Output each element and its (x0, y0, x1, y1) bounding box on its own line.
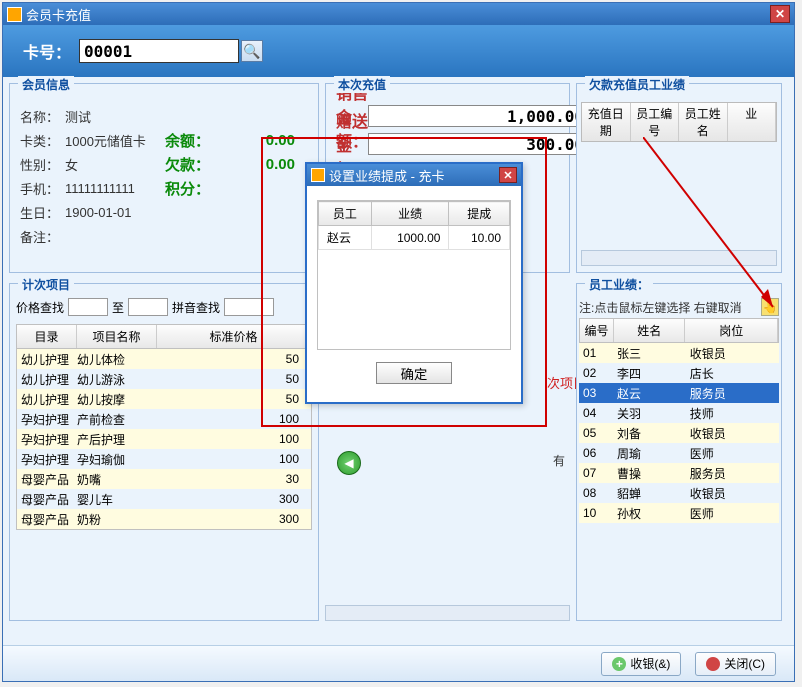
price-find-label: 价格查找 (16, 299, 64, 316)
emp-note-text: 注:点击鼠标左键选择 右键取消 (579, 299, 742, 316)
member-gender-value: 女 (65, 155, 165, 174)
move-left-button[interactable]: ◀ (337, 451, 361, 475)
arrears-col: 员工编号 (631, 103, 680, 141)
arrears-col: 员工姓名 (679, 103, 728, 141)
count-row[interactable]: 孕妇护理产前检查100 (17, 409, 311, 429)
count-row[interactable]: 母婴产品奶嘴30 (17, 469, 311, 489)
emp-row[interactable]: 10孙权医师 (579, 503, 779, 523)
count-items-legend: 计次项目 (18, 276, 74, 293)
arrears-emp-legend: 欠款充值员工业绩 (585, 76, 689, 93)
emp-col: 编号 (580, 319, 614, 342)
close-button[interactable]: 关闭(C) (695, 652, 776, 676)
member-gender-label: 性别： (20, 155, 65, 174)
member-phone-value: 11111111111 (65, 181, 165, 196)
emp-row[interactable]: 05刘备收银员 (579, 423, 779, 443)
balance-label: 余额： (165, 130, 215, 151)
member-birth-value: 1900-01-01 (65, 205, 165, 220)
balance-value: 0.00 (215, 132, 295, 149)
count-table-header: 目录项目名称标准价格 (16, 324, 312, 349)
count-row[interactable]: 孕妇护理孕妇瑜伽100 (17, 449, 311, 469)
window-icon (7, 7, 22, 22)
count-items-panel: 计次项目 价格查找 至 拼音查找 目录项目名称标准价格 幼儿护理幼儿体检50幼儿… (9, 283, 319, 621)
price-from-input[interactable] (68, 298, 108, 316)
has-label: 有 (553, 452, 565, 469)
count-col: 标准价格 (157, 325, 311, 348)
count-table-body: 幼儿护理幼儿体检50幼儿护理幼儿游泳50幼儿护理幼儿按摩50孕妇护理产前检查10… (16, 349, 312, 530)
close-dot-icon (706, 657, 720, 671)
arrears-col: 业 (728, 103, 777, 141)
emp-perf-legend: 员工业绩： (585, 276, 653, 293)
emp-row[interactable]: 04关羽技师 (579, 403, 779, 423)
close-label: 关闭(C) (724, 655, 765, 672)
arrears-hscroll[interactable] (581, 250, 777, 266)
count-row[interactable]: 孕妇护理产后护理100 (17, 429, 311, 449)
bonus-amount-input[interactable] (368, 133, 591, 155)
member-remark-label: 备注： (20, 227, 65, 246)
emp-perf-panel: 员工业绩： 注:点击鼠标左键选择 右键取消👆 编号姓名岗位 01张三收银员02李… (576, 283, 782, 621)
member-info-panel: 会员信息 名称：测试 卡类：1000元储值卡 余额：0.00 性别：女 欠款：0… (9, 83, 319, 273)
emp-row[interactable]: 03赵云服务员 (579, 383, 779, 403)
titlebar: 会员卡充值 ✕ (3, 3, 794, 25)
dialog-icon (311, 168, 325, 182)
card-input[interactable] (79, 39, 239, 63)
emp-row[interactable]: 06周瑜医师 (579, 443, 779, 463)
count-row[interactable]: 母婴产品婴儿车300 (17, 489, 311, 509)
emp-row[interactable]: 08貂蝉收银员 (579, 483, 779, 503)
price-to-input[interactable] (128, 298, 168, 316)
emp-row[interactable]: 01张三收银员 (579, 343, 779, 363)
search-button[interactable]: 🔍 (241, 40, 263, 62)
commission-table: 员工业绩提成 赵云1000.0010.00 (318, 201, 510, 250)
footer-bar: + 收银(&) 关闭(C) (3, 645, 794, 681)
member-info-legend: 会员信息 (18, 76, 74, 93)
count-row[interactable]: 母婴产品奶粉300 (17, 509, 311, 529)
arrears-value: 0.00 (215, 156, 295, 173)
close-icon[interactable]: ✕ (770, 5, 790, 23)
pinyin-find-label: 拼音查找 (172, 299, 220, 316)
dialog-row[interactable]: 赵云1000.0010.00 (319, 226, 510, 250)
pin-icon[interactable]: 👆 (761, 298, 779, 316)
card-search-bar: 卡号： 🔍 (3, 25, 794, 77)
to-label: 至 (112, 299, 124, 316)
member-name-value: 测试 (65, 107, 165, 126)
checkout-button[interactable]: + 收银(&) (601, 652, 681, 676)
arrears-label: 欠款： (165, 154, 215, 175)
member-name-label: 名称： (20, 107, 65, 126)
pinyin-input[interactable] (224, 298, 274, 316)
emp-table-body: 01张三收银员02李四店长03赵云服务员04关羽技师05刘备收银员06周瑜医师0… (579, 343, 779, 523)
arrears-table-header: 充值日期员工编号员工姓名业 (581, 102, 777, 142)
member-birth-label: 生日： (20, 203, 65, 222)
plus-icon: + (612, 657, 626, 671)
emp-row[interactable]: 07曹操服务员 (579, 463, 779, 483)
member-phone-label: 手机： (20, 179, 65, 198)
count-row[interactable]: 幼儿护理幼儿按摩50 (17, 389, 311, 409)
card-label: 卡号： (23, 39, 71, 63)
count-row[interactable]: 幼儿护理幼儿游泳50 (17, 369, 311, 389)
dialog-title: 设置业绩提成 - 充卡 (329, 166, 499, 185)
search-icon: 🔍 (243, 43, 260, 60)
dialog-close-icon[interactable]: ✕ (499, 167, 517, 183)
checkout-label: 收银(&) (630, 655, 670, 672)
dialog-titlebar: 设置业绩提成 - 充卡 ✕ (307, 164, 521, 186)
dialog-col: 员工 (319, 202, 372, 226)
dialog-col: 提成 (449, 202, 510, 226)
count-row[interactable]: 幼儿护理幼儿体检50 (17, 349, 311, 369)
arrears-col: 充值日期 (582, 103, 631, 141)
emp-col: 岗位 (685, 319, 778, 342)
recharge-legend: 本次充值 (334, 76, 390, 93)
emp-col: 姓名 (614, 319, 685, 342)
arrears-emp-panel: 欠款充值员工业绩 充值日期员工编号员工姓名业 (576, 83, 782, 273)
member-type-label: 卡类： (20, 131, 65, 150)
sale-amount-input[interactable] (368, 105, 591, 127)
points-label: 积分： (165, 178, 215, 199)
window-title: 会员卡充值 (26, 5, 770, 24)
ok-button[interactable]: 确定 (376, 362, 452, 384)
commission-dialog: 设置业绩提成 - 充卡 ✕ 员工业绩提成 赵云1000.0010.00 确定 (305, 162, 523, 404)
count-col: 目录 (17, 325, 77, 348)
dialog-col: 业绩 (371, 202, 449, 226)
emp-row[interactable]: 02李四店长 (579, 363, 779, 383)
member-type-value: 1000元储值卡 (65, 131, 165, 150)
mid-hscroll[interactable] (325, 605, 570, 621)
count-col: 项目名称 (77, 325, 157, 348)
emp-table-header: 编号姓名岗位 (579, 318, 779, 343)
